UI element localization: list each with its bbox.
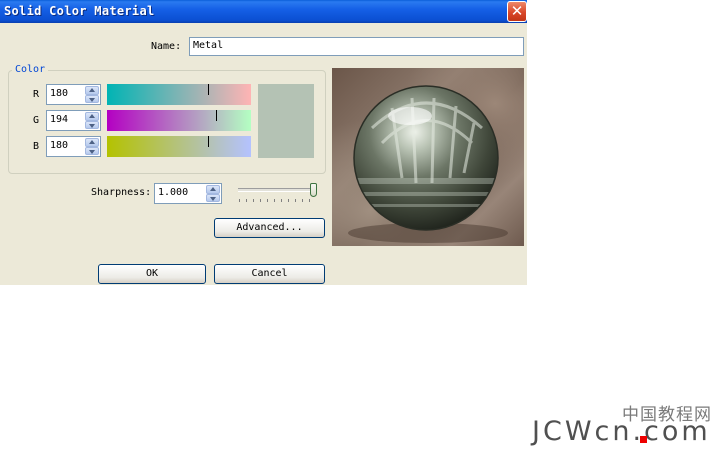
r-marker[interactable] — [208, 84, 209, 95]
material-dialog: Solid Color Material ✕ Name: Metal Color… — [0, 0, 527, 285]
sharpness-slider[interactable] — [236, 183, 318, 205]
sharpness-slider-thumb[interactable] — [310, 183, 317, 197]
g-spinner[interactable]: 194 — [46, 110, 101, 131]
g-marker[interactable] — [216, 110, 217, 121]
g-color-bar[interactable] — [107, 110, 251, 131]
r-value: 180 — [50, 88, 69, 99]
watermark-dot — [640, 436, 647, 443]
close-icon[interactable]: ✕ — [507, 1, 527, 22]
b-color-bar[interactable] — [107, 136, 251, 157]
ok-button[interactable]: OK — [98, 264, 206, 284]
b-spin-down-icon[interactable] — [85, 146, 99, 155]
b-value: 180 — [50, 140, 69, 151]
window-title: Solid Color Material — [4, 4, 155, 18]
color-swatch — [258, 84, 314, 158]
r-color-bar[interactable] — [107, 84, 251, 105]
b-label: B — [33, 141, 40, 152]
advanced-button[interactable]: Advanced... — [214, 218, 325, 238]
sharpness-slider-ticks — [239, 199, 315, 202]
metal-sphere-icon — [348, 85, 508, 243]
color-group-title: Color — [12, 64, 49, 75]
g-spin-down-icon[interactable] — [85, 120, 99, 129]
watermark: 中国教程网 JCWcn.com — [532, 400, 716, 447]
sharpness-value: 1.000 — [158, 187, 189, 198]
title-bar[interactable]: Solid Color Material ✕ — [0, 0, 527, 23]
material-preview — [332, 68, 524, 246]
r-spin-up-icon[interactable] — [85, 86, 99, 95]
g-label: G — [33, 115, 40, 126]
sharpness-slider-track[interactable] — [238, 188, 316, 192]
b-marker[interactable] — [208, 136, 209, 147]
sharpness-label: Sharpness: — [91, 187, 152, 198]
b-spinner[interactable]: 180 — [46, 136, 101, 157]
b-spin-up-icon[interactable] — [85, 138, 99, 147]
g-value: 194 — [50, 114, 69, 125]
r-spin-down-icon[interactable] — [85, 94, 99, 103]
r-spinner[interactable]: 180 — [46, 84, 101, 105]
name-input[interactable]: Metal — [189, 37, 524, 56]
r-label: R — [33, 89, 40, 100]
sharpness-spin-down-icon[interactable] — [206, 193, 220, 202]
sharpness-spin-up-icon[interactable] — [206, 185, 220, 194]
watermark-en: JCWcn.com — [532, 416, 711, 447]
g-spin-up-icon[interactable] — [85, 112, 99, 121]
name-label: Name: — [151, 41, 182, 52]
cancel-button[interactable]: Cancel — [214, 264, 325, 284]
sharpness-spinner[interactable]: 1.000 — [154, 183, 222, 204]
